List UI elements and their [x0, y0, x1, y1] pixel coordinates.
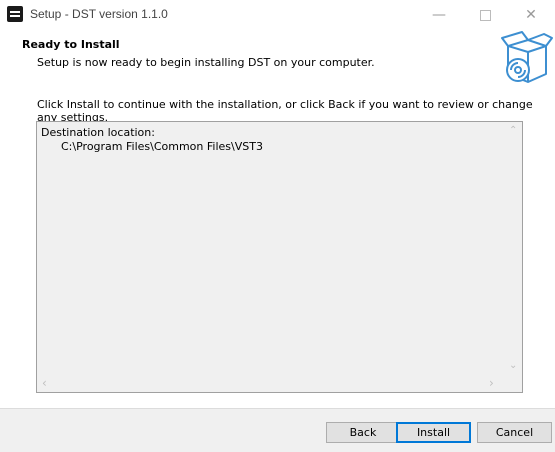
memo-destination: C:\Program Files\Common Files\VST3: [61, 140, 263, 153]
page-title: Ready to Install: [22, 38, 120, 51]
cancel-button[interactable]: Cancel: [477, 422, 552, 443]
window-title: Setup - DST version 1.1.0: [30, 7, 168, 21]
ready-memo[interactable]: Destination location: C:\Program Files\C…: [36, 121, 523, 393]
maximize-button[interactable]: [462, 0, 508, 30]
scroll-left-icon[interactable]: ‹: [42, 376, 47, 390]
maximize-icon: [479, 9, 491, 21]
back-button[interactable]: Back: [326, 422, 400, 443]
minimize-button[interactable]: —: [416, 0, 462, 30]
button-bar: Back Install Cancel: [0, 409, 555, 452]
memo-heading: Destination location:: [41, 126, 155, 139]
scroll-right-icon[interactable]: ›: [489, 376, 494, 390]
installer-box-icon: [501, 31, 553, 83]
horizontal-scrollbar[interactable]: ‹ ›: [37, 375, 505, 392]
close-button[interactable]: ✕: [508, 0, 554, 30]
page-subtitle: Setup is now ready to begin installing D…: [37, 56, 375, 69]
vertical-scrollbar[interactable]: ⌃ ⌄: [505, 122, 522, 376]
app-icon: [7, 6, 23, 22]
title-bar: Setup - DST version 1.1.0 — ✕: [0, 0, 555, 30]
scroll-down-icon[interactable]: ⌄: [509, 360, 517, 371]
install-button[interactable]: Install: [396, 422, 471, 443]
scroll-up-icon[interactable]: ⌃: [509, 125, 517, 136]
